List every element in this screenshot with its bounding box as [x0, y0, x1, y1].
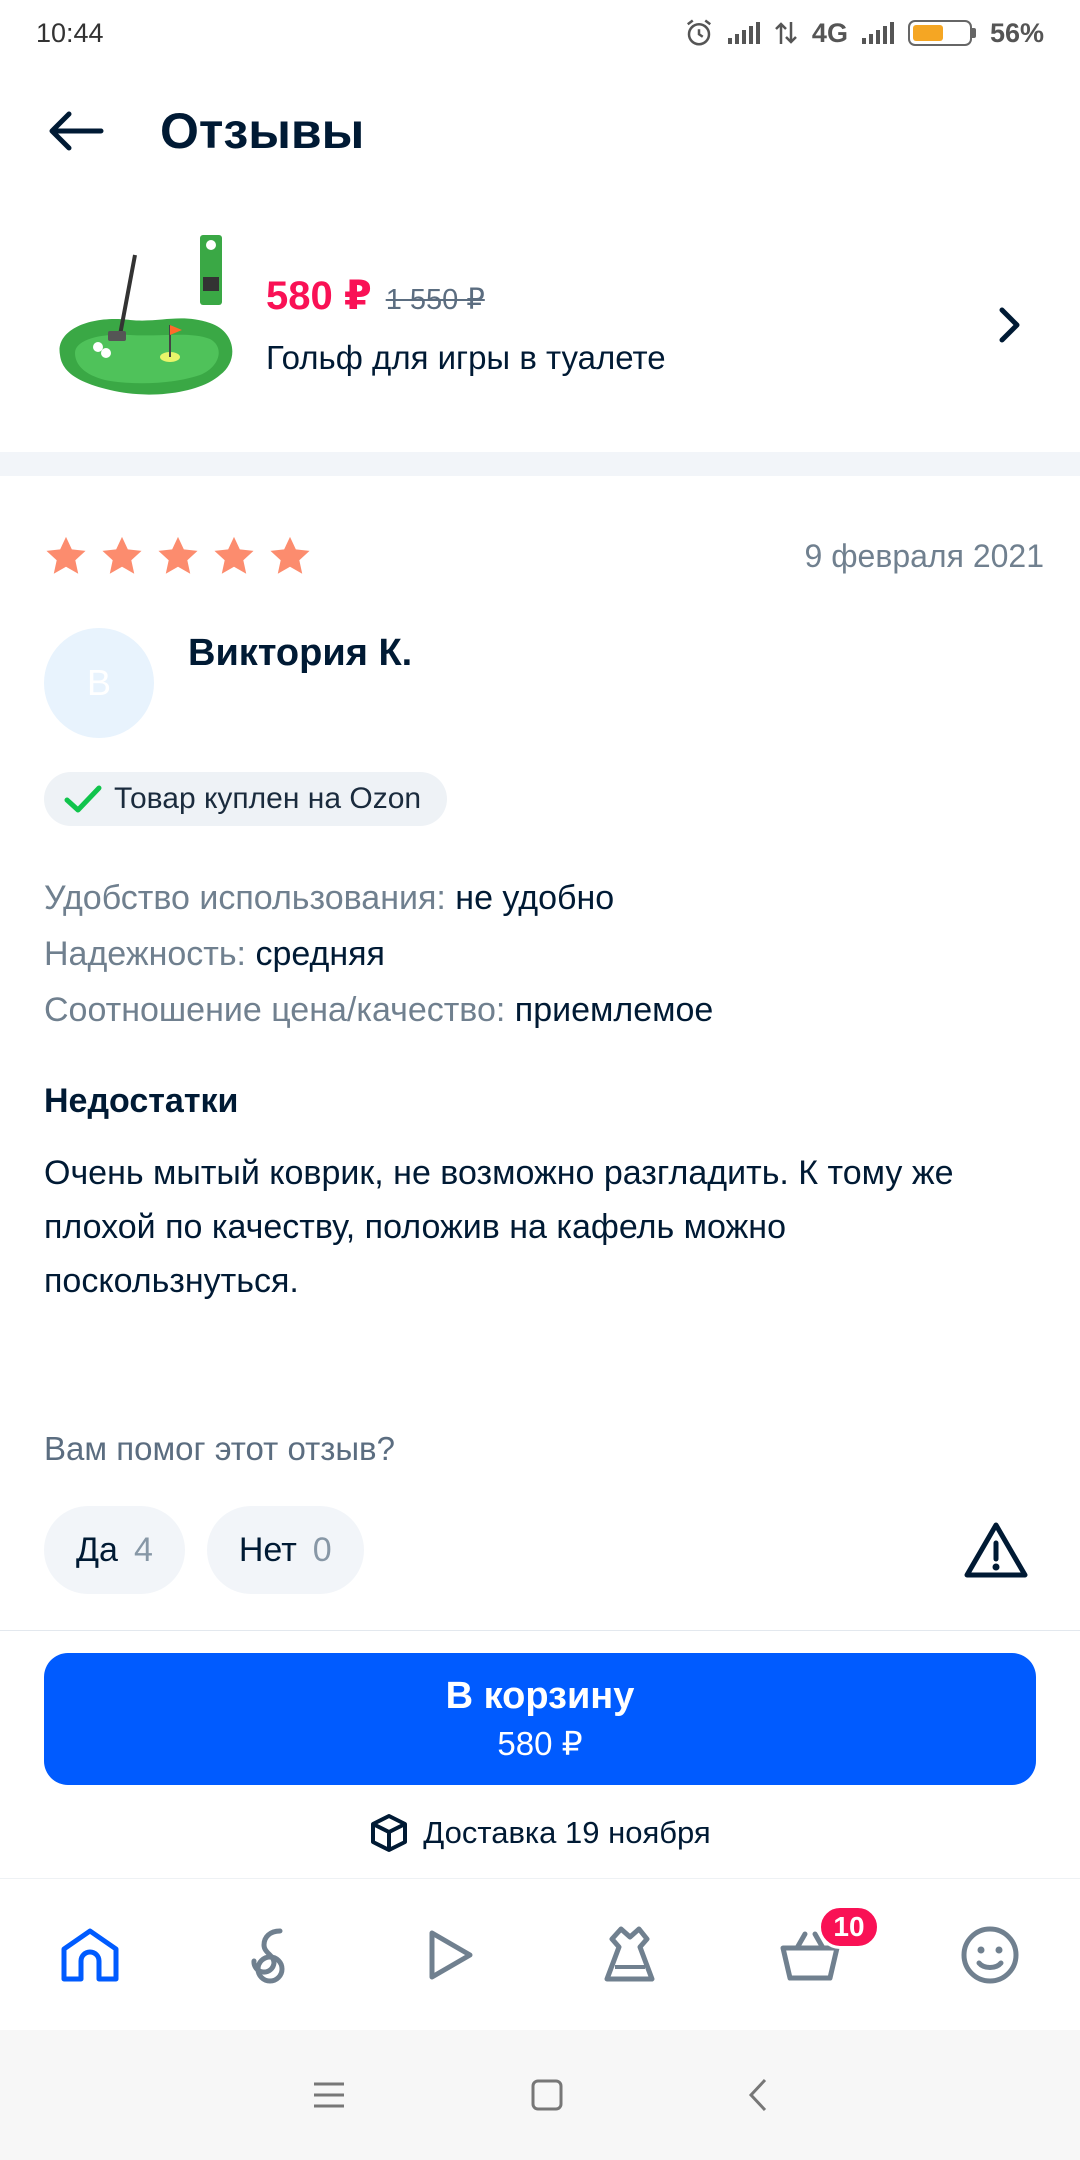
video-icon [429, 1930, 473, 1979]
add-to-cart-price: 580 ₽ [497, 1725, 583, 1762]
add-to-cart-label: В корзину [445, 1675, 635, 1717]
status-icons: 4G 56% [684, 18, 1044, 49]
tab-home[interactable] [40, 1905, 140, 2005]
report-button[interactable] [956, 1510, 1036, 1590]
back-chevron-icon[interactable] [747, 2077, 769, 2113]
section-divider [0, 452, 1080, 476]
vote-yes-button[interactable]: Да 4 [44, 1506, 185, 1594]
attribute-row: Соотношение цена/качество: приемлемое [44, 982, 1044, 1038]
star-icon [214, 536, 254, 574]
product-image [50, 235, 250, 415]
system-nav-bar [0, 2030, 1080, 2160]
tab-fresh[interactable] [220, 1905, 320, 2005]
cons-text: Очень мытый коврик, не возможно разглади… [44, 1154, 954, 1300]
star-icon [46, 536, 86, 574]
star-icon [102, 536, 142, 574]
header: Отзывы [0, 66, 1080, 196]
fashion-icon [604, 1926, 655, 1981]
review-attributes: Удобство использования: не удобно Надежн… [44, 870, 1044, 1038]
review-date: 9 февраля 2021 [804, 537, 1044, 574]
data-arrows-icon [775, 22, 797, 44]
menu-icon[interactable] [311, 2080, 347, 2110]
verified-label: Товар куплен на Ozon [114, 782, 422, 815]
signal-icon-2 [861, 22, 894, 44]
status-time: 10:44 [36, 17, 104, 48]
author-name: Виктория К. [188, 632, 413, 674]
product-summary[interactable]: 580 ₽ 1 550 ₽ Гольф для игры в туалете [0, 215, 1080, 435]
product-old-price: 1 550 ₽ [385, 284, 485, 316]
review-rating-row: 9 февраля 2021 [44, 535, 1044, 577]
add-to-cart-button[interactable]: В корзину 580 ₽ [44, 1653, 1036, 1785]
avatar: В [44, 628, 154, 738]
product-name: Гольф для игры в туалете [266, 339, 666, 376]
vote-yes-count: 4 [133, 1530, 153, 1569]
box-icon [371, 1814, 408, 1852]
star-icon [158, 536, 198, 574]
back-button[interactable] [36, 91, 116, 171]
attribute-value: средняя [255, 935, 385, 973]
tab-profile[interactable] [940, 1905, 1040, 2005]
home-icon [61, 1928, 119, 1981]
review-author: В Виктория К. [44, 628, 412, 738]
vote-yes-label: Да [76, 1530, 118, 1569]
check-icon [64, 785, 102, 813]
product-open-button[interactable] [980, 295, 1040, 355]
network-type: 4G [811, 17, 848, 48]
attribute-value: приемлемое [514, 991, 714, 1029]
attribute-row: Удобство использования: не удобно [44, 870, 1044, 926]
fresh-icon [251, 1928, 285, 1983]
chevron-right-icon [999, 307, 1020, 343]
battery-percent: 56% [989, 17, 1044, 48]
vote-row: Да 4 Нет 0 [44, 1506, 1036, 1594]
tab-fashion[interactable] [580, 1905, 680, 2005]
product-info: 580 ₽ 1 550 ₽ Гольф для игры в туалете [266, 273, 980, 377]
signal-icon [727, 22, 760, 44]
star-icon [270, 536, 310, 574]
page-title: Отзывы [160, 103, 365, 159]
attribute-label: Соотношение цена/качество: [44, 991, 506, 1029]
vote-no-button[interactable]: Нет 0 [206, 1506, 364, 1594]
attribute-label: Надежность: [44, 935, 246, 973]
battery-icon [907, 20, 976, 46]
attribute-row: Надежность: средняя [44, 926, 1044, 982]
home-square-icon[interactable] [530, 2078, 564, 2112]
alarm-icon [686, 19, 711, 46]
cart-area: В корзину 580 ₽ Доставка 19 ноября [0, 1630, 1080, 1870]
bottom-tab-bar: 10 [0, 1878, 1080, 2030]
cons-heading: Недостатки [44, 1082, 239, 1120]
attribute-value: не удобно [455, 879, 615, 917]
profile-icon [961, 1926, 1019, 1983]
cart-count-badge: 10 [818, 1904, 880, 1949]
product-price: 580 ₽ [266, 274, 372, 318]
vote-no-label: Нет [238, 1530, 297, 1569]
delivery-info: Доставка 19 ноября [0, 1813, 1080, 1853]
vote-no-count: 0 [312, 1530, 332, 1569]
arrow-left-icon [49, 111, 104, 151]
warning-icon [964, 1522, 1028, 1578]
attribute-label: Удобство использования: [44, 879, 446, 917]
rating-stars [44, 535, 312, 577]
delivery-text: Доставка 19 ноября [423, 1815, 711, 1850]
tab-cart[interactable]: 10 [760, 1904, 880, 2005]
status-bar: 10:44 4G 56% [0, 0, 1080, 66]
tab-video[interactable] [400, 1905, 500, 2005]
verified-purchase-badge: Товар куплен на Ozon [44, 772, 448, 826]
helpful-question: Вам помог этот отзыв? [44, 1430, 395, 1467]
